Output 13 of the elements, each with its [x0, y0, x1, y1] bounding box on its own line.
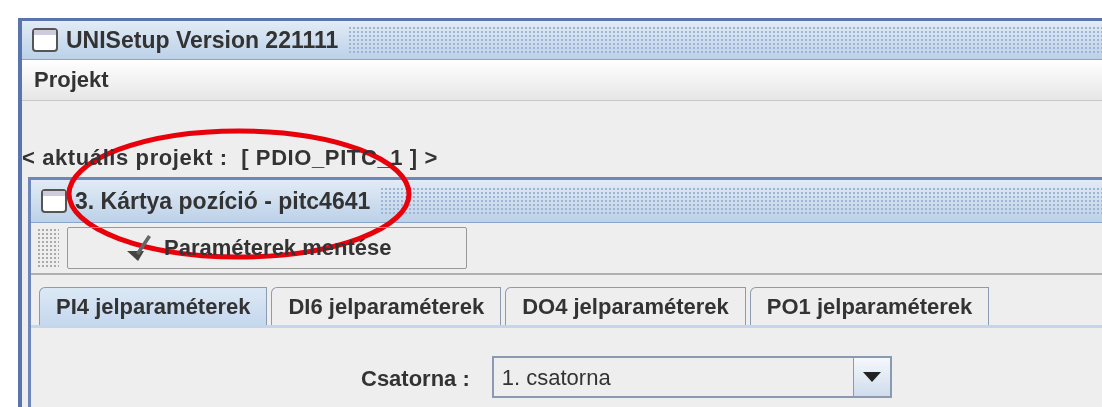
tab[interactable]: PI4 jelparaméterek: [39, 287, 268, 325]
tab[interactable]: DO4 jelparaméterek: [505, 287, 746, 325]
window-title: UNISetup Version 221111: [66, 26, 340, 54]
tab[interactable]: DI6 jelparaméterek: [271, 287, 502, 325]
menu-item[interactable]: Projekt: [22, 63, 121, 97]
channel-dropdown[interactable]: 1. csatorna: [491, 356, 892, 398]
window-title: 3. Kártya pozíció - pitc4641: [75, 187, 372, 215]
window-icon: [32, 28, 58, 52]
dropdown-arrow-icon: [862, 372, 881, 382]
window-icon: [41, 189, 67, 213]
channel-label: Csatorna :: [361, 365, 470, 392]
toolbar-grip[interactable]: [37, 228, 59, 268]
tab[interactable]: PO1 jelparaméterek: [749, 287, 990, 325]
